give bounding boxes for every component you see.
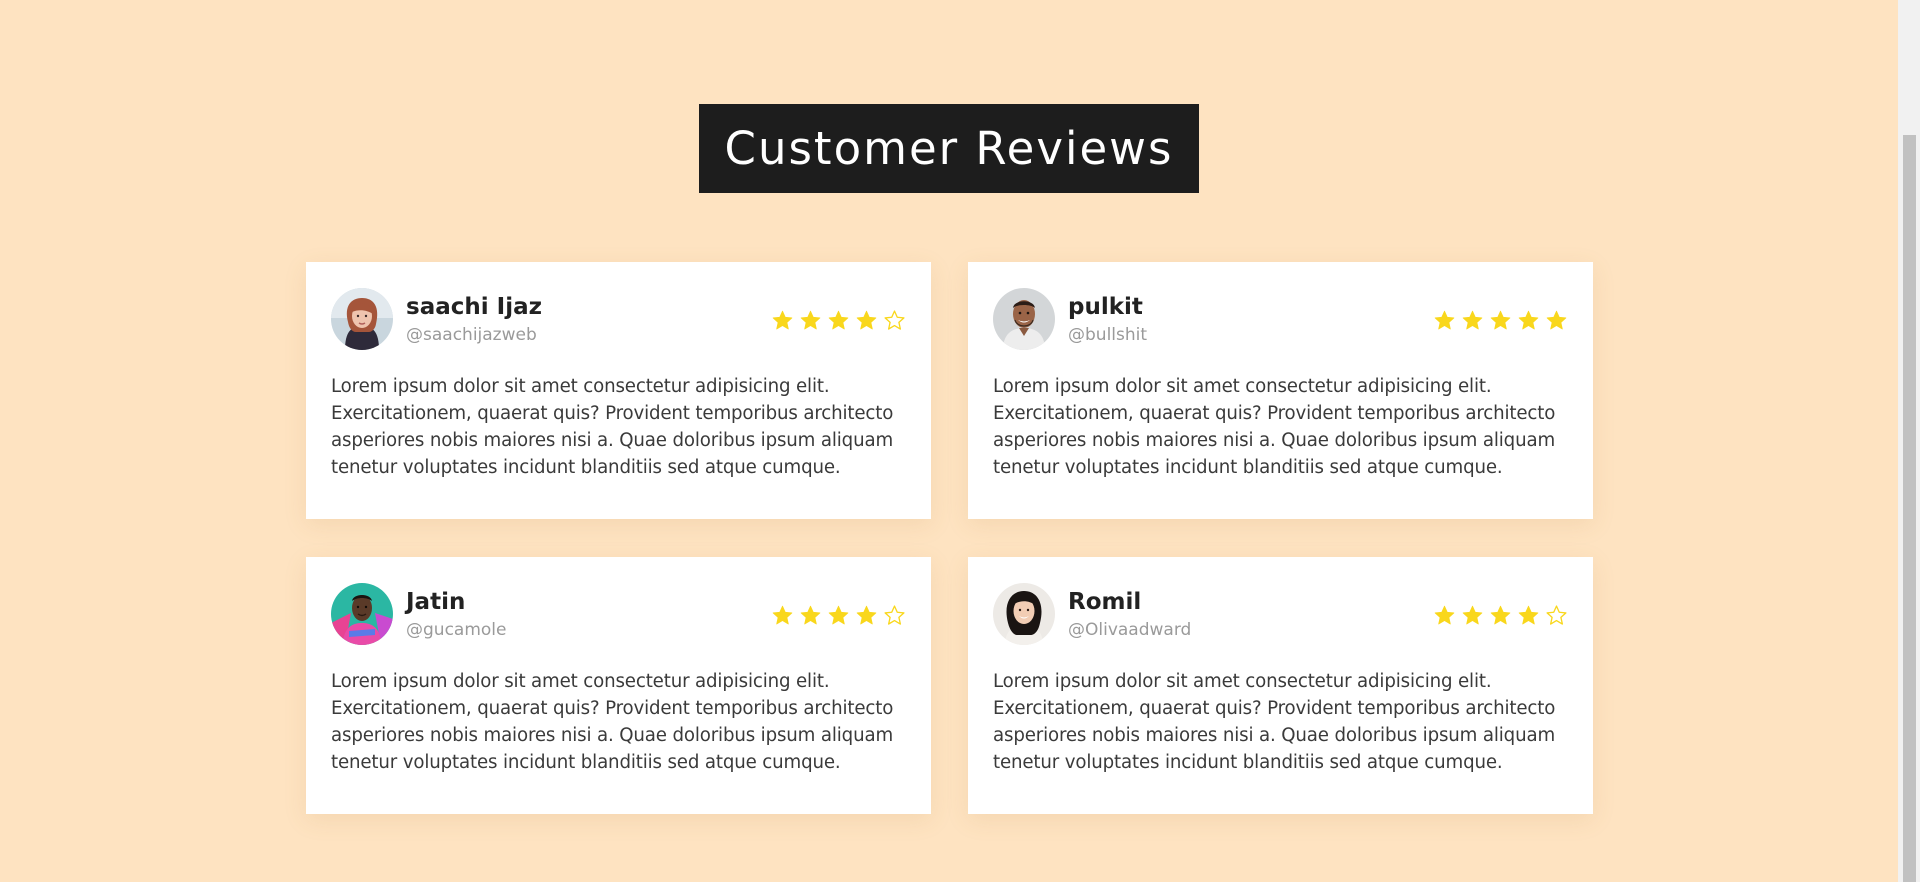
reviewer-info: Romil @Olivaadward — [1068, 588, 1433, 641]
star-filled-icon — [828, 605, 849, 624]
review-text: Lorem ipsum dolor sit amet consectetur a… — [331, 671, 894, 773]
page-scrollbar[interactable] — [1898, 0, 1920, 882]
page: Customer Reviews saachi Ijaz @saachijazw… — [0, 0, 1920, 882]
woman-avatar — [331, 288, 393, 350]
reviewer-name: pulkit — [1068, 293, 1143, 320]
star-outline-icon — [884, 604, 905, 625]
star-rating — [1433, 309, 1568, 332]
review-text: Lorem ipsum dolor sit amet consectetur a… — [993, 376, 1556, 478]
scrollbar-thumb[interactable] — [1903, 135, 1916, 882]
star-filled-icon — [856, 605, 877, 624]
star-filled-icon — [772, 605, 793, 624]
star-rating — [771, 309, 906, 332]
review-text: Lorem ipsum dolor sit amet consectetur a… — [331, 376, 894, 478]
review-card: Jatin @gucamole Lorem ipsum dolor sit am… — [306, 557, 931, 814]
reviewer-handle: @bullshit — [1068, 324, 1148, 345]
star-filled-icon — [1546, 310, 1567, 329]
star-filled-icon — [1462, 605, 1483, 624]
star-filled-icon — [828, 310, 849, 329]
review-header: saachi Ijaz @saachijazweb — [331, 288, 906, 350]
reviewer-handle: @Olivaadward — [1068, 619, 1192, 640]
heading-wrap: Customer Reviews — [0, 104, 1898, 193]
reviews-section: Customer Reviews saachi Ijaz @saachijazw… — [0, 0, 1898, 882]
star-filled-icon — [800, 310, 821, 329]
man-avatar — [993, 288, 1055, 350]
review-header: pulkit @bullshit — [993, 288, 1568, 350]
star-filled-icon — [1462, 310, 1483, 329]
review-card: saachi Ijaz @saachijazweb Lorem ipsum do… — [306, 262, 931, 519]
man-avatar-colorful — [331, 583, 393, 645]
review-text: Lorem ipsum dolor sit amet consectetur a… — [993, 671, 1556, 773]
reviewer-info: pulkit @bullshit — [1068, 293, 1433, 346]
star-filled-icon — [1518, 310, 1539, 329]
page-title: Customer Reviews — [698, 104, 1200, 193]
star-filled-icon — [800, 605, 821, 624]
star-filled-icon — [856, 310, 877, 329]
reviewer-name: Jatin — [406, 588, 466, 615]
review-card: pulkit @bullshit Lorem ipsum dolor sit a… — [968, 262, 1593, 519]
reviewer-handle: @saachijazweb — [406, 324, 537, 345]
review-header: Jatin @gucamole — [331, 583, 906, 645]
reviewer-info: saachi Ijaz @saachijazweb — [406, 293, 771, 346]
star-outline-icon — [1546, 604, 1567, 625]
star-filled-icon — [1490, 310, 1511, 329]
reviewer-info: Jatin @gucamole — [406, 588, 771, 641]
star-filled-icon — [1490, 605, 1511, 624]
reviewer-name: saachi Ijaz — [406, 293, 542, 320]
star-filled-icon — [1434, 310, 1455, 329]
review-grid: saachi Ijaz @saachijazweb Lorem ipsum do… — [306, 262, 1593, 814]
reviewer-name: Romil — [1068, 588, 1142, 615]
reviewer-handle: @gucamole — [406, 619, 507, 640]
star-filled-icon — [1518, 605, 1539, 624]
star-filled-icon — [1434, 605, 1455, 624]
woman-avatar-smiling — [993, 583, 1055, 645]
star-outline-icon — [884, 309, 905, 330]
star-rating — [1433, 604, 1568, 627]
star-filled-icon — [772, 310, 793, 329]
star-rating — [771, 604, 906, 627]
review-card: Romil @Olivaadward Lorem ipsum dolor sit… — [968, 557, 1593, 814]
review-header: Romil @Olivaadward — [993, 583, 1568, 645]
